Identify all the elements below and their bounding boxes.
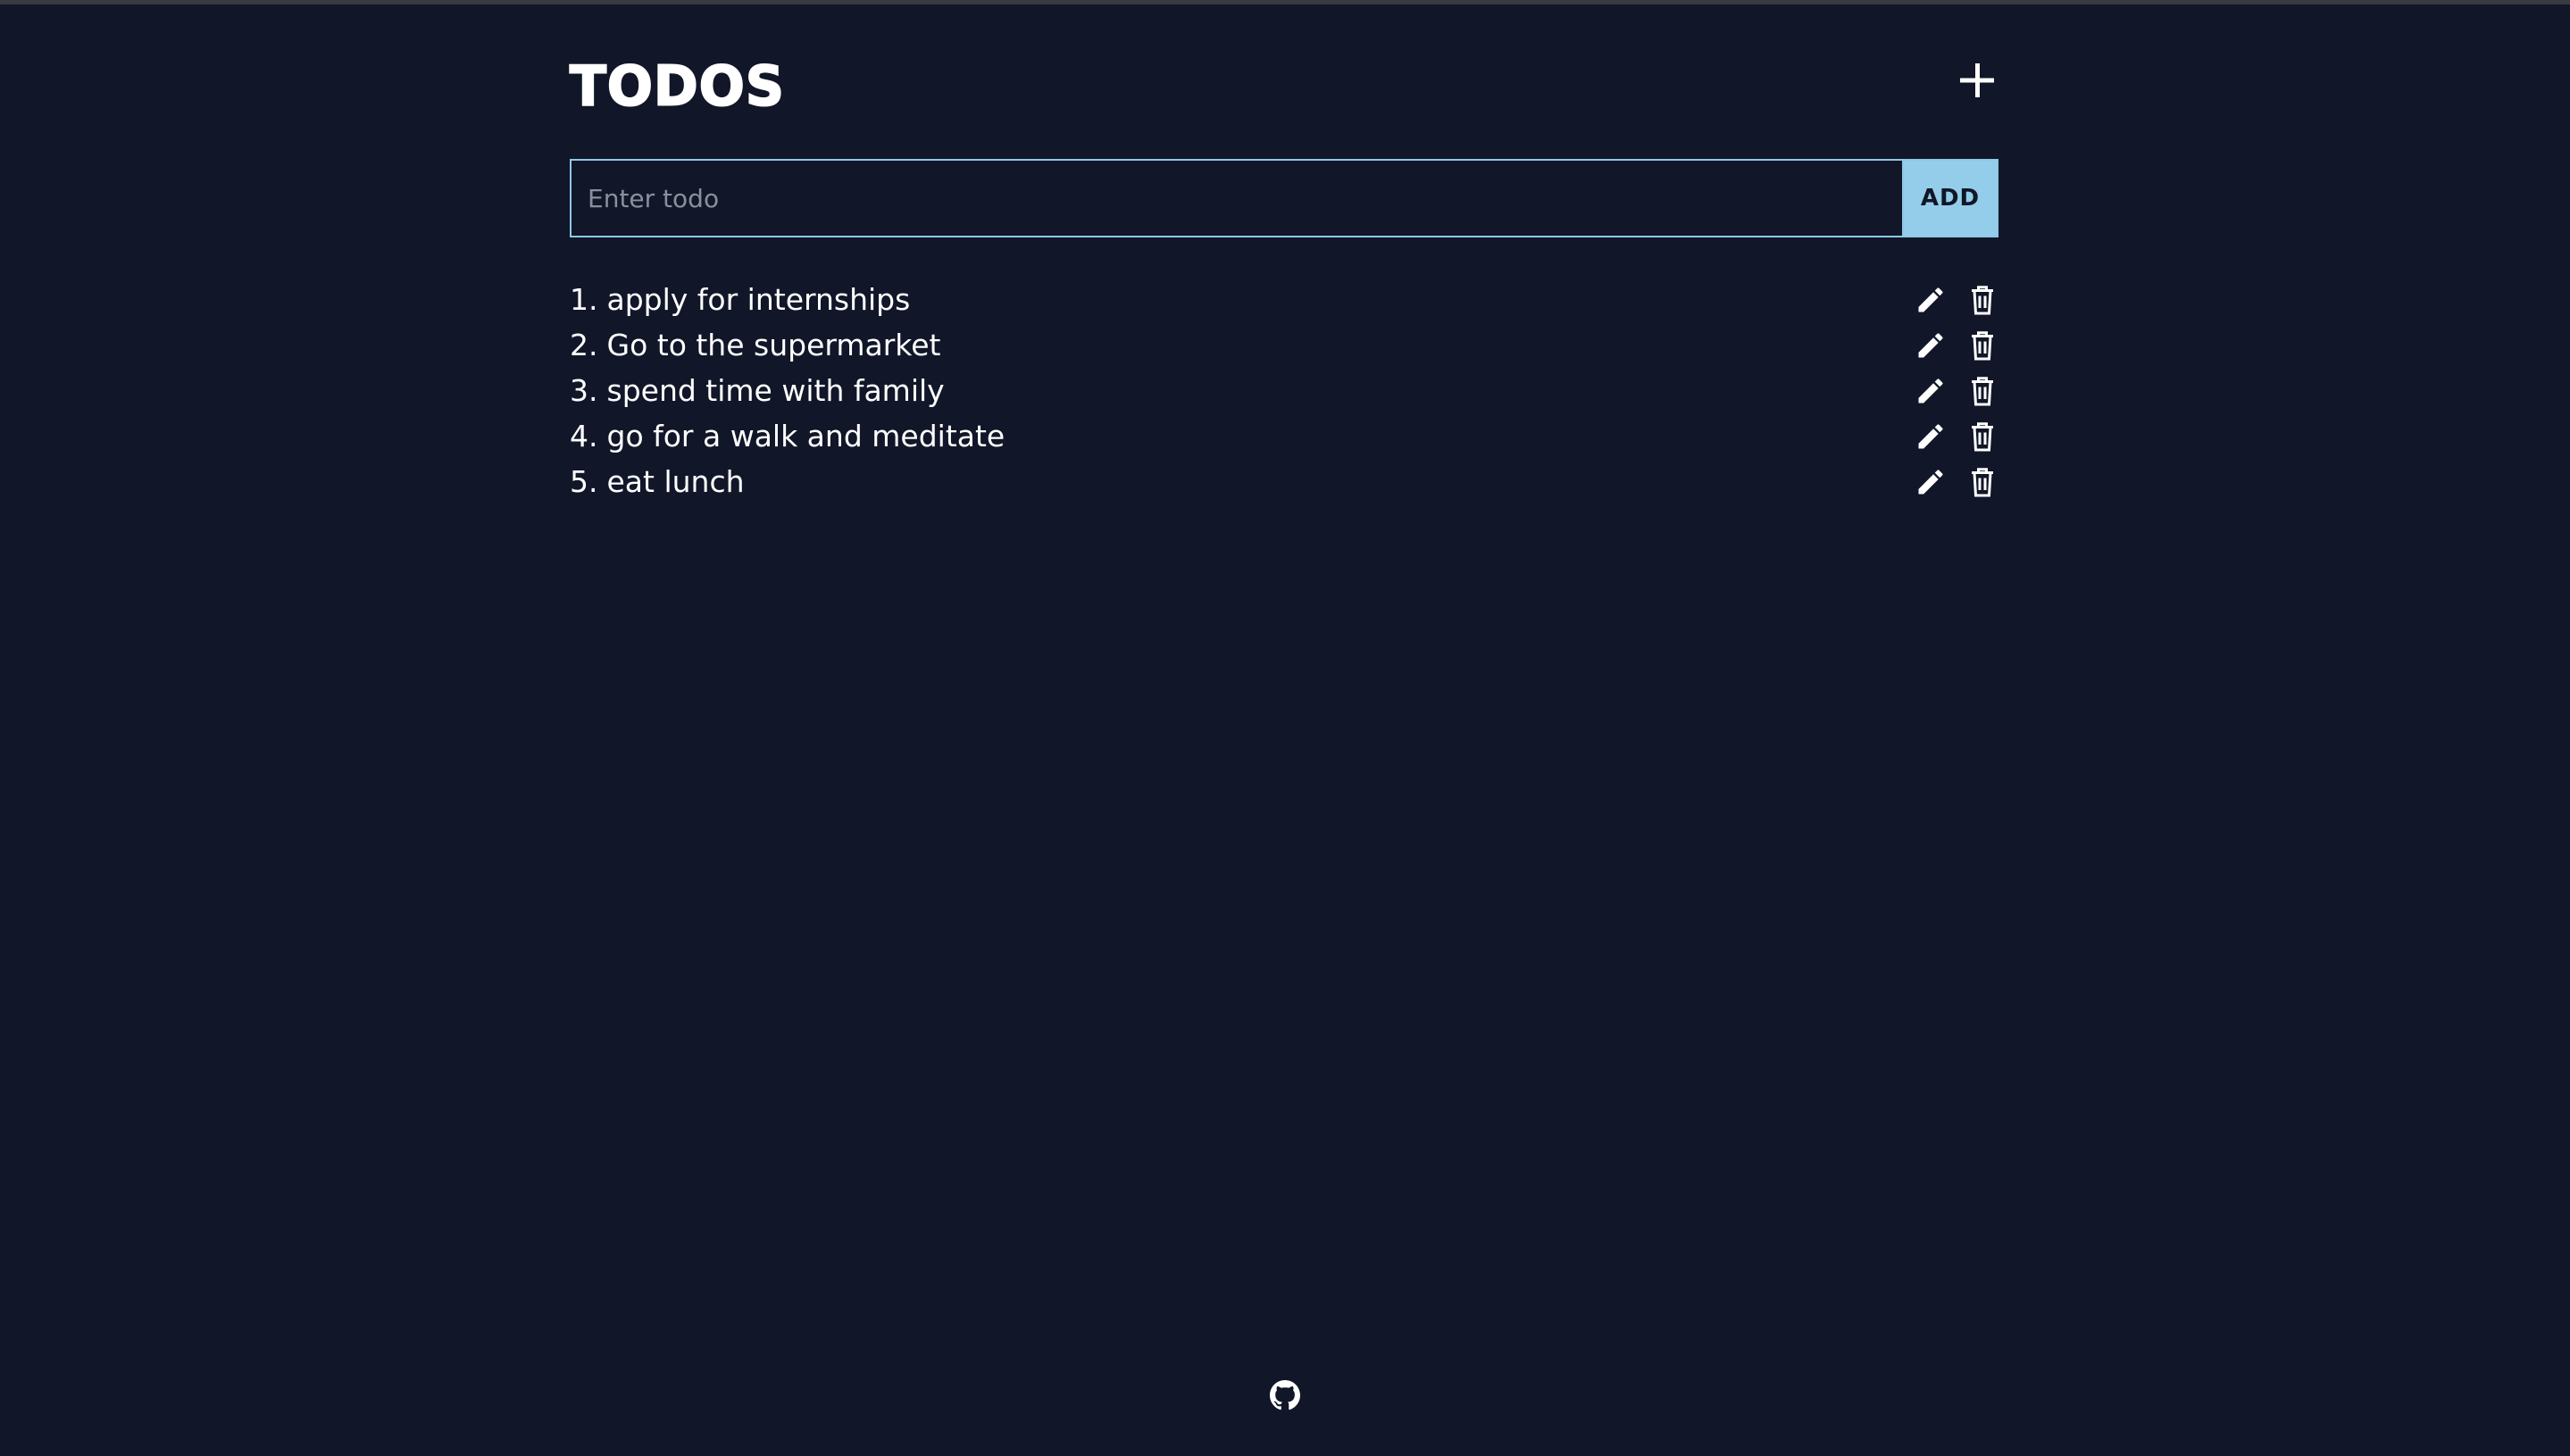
todo-text: Go to the supermarket (606, 328, 941, 362)
todo-number: 5. (570, 464, 598, 499)
plus-icon (1960, 63, 1994, 97)
edit-button[interactable] (1915, 419, 1947, 454)
todo-text: go for a walk and meditate (606, 419, 1005, 453)
trash-icon (1972, 330, 1993, 360)
page-title: TODOS (569, 54, 785, 119)
edit-button[interactable] (1915, 282, 1947, 318)
todo-actions (1915, 322, 1998, 368)
todo-actions (1915, 368, 1998, 413)
todo-actions (1915, 277, 1998, 322)
trash-icon (1972, 285, 1993, 314)
todo-item: 5. eat lunch (570, 459, 1998, 504)
app-container: TODOS ADD 1. apply for internships (569, 0, 1998, 1456)
todo-item: 2. Go to the supermarket (570, 322, 1998, 368)
delete-button[interactable] (1966, 419, 1998, 454)
github-link[interactable] (1270, 1380, 1300, 1410)
todo-number: 3. (570, 373, 598, 408)
delete-button[interactable] (1966, 282, 1998, 318)
pencil-icon (1918, 332, 1943, 357)
todo-item: 3. spend time with family (570, 368, 1998, 413)
trash-icon (1972, 376, 1993, 405)
todo-actions (1915, 459, 1998, 504)
github-icon (1270, 1380, 1300, 1410)
header: TODOS (569, 50, 1998, 120)
trash-icon (1972, 467, 1993, 496)
toggle-add-button[interactable] (1956, 59, 1998, 102)
todo-text: spend time with family (606, 373, 945, 408)
pencil-icon (1918, 378, 1943, 403)
edit-button[interactable] (1915, 328, 1947, 363)
delete-button[interactable] (1966, 328, 1998, 363)
todo-number: 1. (570, 282, 598, 317)
trash-icon (1972, 421, 1993, 451)
todo-input[interactable] (570, 159, 1902, 237)
add-todo-form: ADD (570, 159, 1998, 237)
todo-number: 4. (570, 419, 598, 453)
todo-item: 1. apply for internships (570, 277, 1998, 322)
pencil-icon (1918, 287, 1943, 312)
todo-list: 1. apply for internships 2. Go to the su… (570, 277, 1998, 504)
add-button[interactable]: ADD (1902, 159, 1998, 237)
delete-button[interactable] (1966, 464, 1998, 500)
pencil-icon (1918, 423, 1943, 448)
todo-text: eat lunch (606, 464, 745, 499)
todo-text: apply for internships (606, 282, 911, 317)
todo-number: 2. (570, 328, 598, 362)
edit-button[interactable] (1915, 464, 1947, 500)
todo-actions (1915, 413, 1998, 459)
pencil-icon (1918, 469, 1943, 494)
delete-button[interactable] (1966, 373, 1998, 409)
todo-item: 4. go for a walk and meditate (570, 413, 1998, 459)
edit-button[interactable] (1915, 373, 1947, 409)
